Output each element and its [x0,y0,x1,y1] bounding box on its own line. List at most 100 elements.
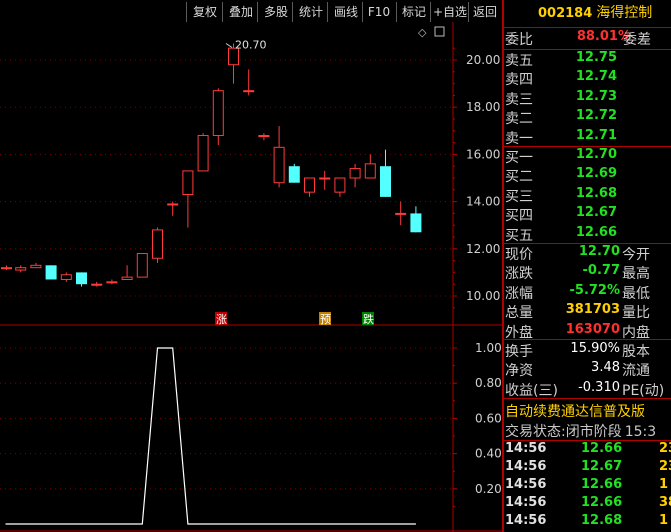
stock-name: 海得控制 [596,5,653,21]
candle-body [364,163,376,179]
candle-body [30,264,42,269]
tick-price: 12.66 [581,477,623,492]
sub-y-tick-label: 0.20 [475,482,502,496]
tick-row: 14:56 12.66 23 [505,441,671,459]
y-tick-label: 12.00 [466,242,500,256]
quote-label: 涨幅 [505,285,533,302]
candle-body [121,276,133,280]
candle-body [91,283,103,286]
y-tick-label: 16.00 [466,147,500,161]
quote-label2: 今开 [622,247,650,263]
sub-y-tick-label: 0.60 [475,411,502,425]
chart-toolbar: 复权 叠加 多股 统计 画线 F10 标记 +自选 返回 [0,0,500,22]
quote-value: 163070 [565,321,620,337]
diamond-icon[interactable]: ◇ [418,26,427,39]
candle-body [410,213,422,233]
bid-price: 12.67 [575,205,617,221]
y-tick-label: 10.00 [466,289,500,303]
panel-divider [502,0,504,532]
divider [503,27,671,28]
bid-row: 买二 12.69 [505,166,617,185]
tick-row: 14:56 12.67 23 [505,459,671,477]
toolbar-button-1[interactable]: 叠加 [222,2,259,22]
candle-body [182,170,194,196]
toolbar-button-8[interactable]: 返回 [468,2,501,22]
quote-value: -0.77 [582,263,620,279]
toolbar-button-7[interactable]: +自选 [430,2,469,22]
sub-y-tick-label: 1.00 [475,341,502,355]
tick-volume: 38 [659,495,671,510]
quote-label2: 内盘 [622,324,650,341]
ask-label: 卖三 [505,91,533,108]
stat-value: -0.310 [578,379,620,395]
indicator-line [5,347,416,525]
stat-label: 换手 [505,344,533,360]
candle-body [15,267,27,271]
bid-label: 买一 [505,150,533,166]
status-value: 闭市阶段 [565,424,622,440]
stock-code: 002184 [538,6,593,21]
bid-price: 12.66 [575,224,617,240]
candle-body [243,90,255,93]
tick-volume: 23 [659,441,671,456]
ask-label: 卖四 [505,72,533,89]
tick-row: 14:56 12.66 1 [505,477,671,495]
quote-label: 外盘 [505,324,533,341]
toolbar-button-3[interactable]: 统计 [292,2,329,22]
ask-row: 卖一 12.71 [505,128,617,147]
toolbar-button-5[interactable]: F10 [362,2,395,22]
toolbar-button-2[interactable]: 多股 [257,2,294,22]
candle-body [380,166,391,197]
tick-price: 12.66 [581,495,623,510]
candle-body [319,177,331,180]
stat-value: 15.90% [570,341,620,356]
quote-label2: 量比 [622,305,650,322]
stat-row: 收益(三) -0.310 PE(动) [505,380,671,399]
candle-body [45,265,57,280]
bid-label: 买五 [505,227,533,244]
signal-marker: 涨 [216,313,227,326]
ask-price: 12.72 [575,108,617,124]
stat-value: 3.48 [591,360,620,376]
candle-body [60,274,72,280]
ask-price: 12.73 [575,88,617,104]
sub-y-tick-label: 0.40 [475,447,502,461]
quote-label2: 最低 [622,285,650,302]
stat-label2: 流通 [622,363,650,380]
signal-marker: 跌 [363,312,374,326]
bid-label: 买四 [505,208,533,225]
ask-price: 12.71 [575,127,617,143]
quote-label: 涨跌 [505,266,533,283]
toolbar-button-4[interactable]: 画线 [327,2,364,22]
quote-row: 涨跌 -0.77 最高 [505,263,671,282]
promo-text[interactable]: 自动续费通达信普及版 [505,401,645,420]
quote-row: 外盘 163070 内盘 [505,322,671,341]
peak-pointer [225,43,233,48]
toolbar-button-6[interactable]: 标记 [396,2,431,22]
bid-row: 买一 12.70 [505,147,617,166]
signal-marker: 预 [320,313,331,326]
candle-body [1,267,12,270]
toolbar-button-0[interactable]: 复权 [186,2,223,22]
tick-price: 12.67 [581,459,623,474]
status-label: 交易状态: [505,424,566,440]
stat-label2: 股本 [622,344,650,360]
candle-body [349,168,361,179]
kline-chart[interactable]: 20.00 18.00 16.00 14.00 12.00 10.00 20.70 ◇ 涨 预 跌 1… [0,22,503,532]
quote-value: 12.70 [578,244,620,259]
tick-time: 14:56 [505,513,547,528]
bid-price: 12.68 [575,185,617,201]
tick-row: 14:56 12.68 1 [505,513,671,531]
ask-label: 卖二 [505,111,533,128]
tick-time: 14:56 [505,495,547,510]
ask-row: 卖二 12.72 [505,108,617,127]
window-icon[interactable] [434,26,445,37]
bid-label: 买三 [505,188,533,205]
candle-body [288,166,300,183]
y-tick-label: 14.00 [466,195,500,209]
quote-value: 381703 [565,302,620,318]
candle-body [167,203,179,206]
weici-label: 委差 [623,32,651,48]
status-time: 15:3 [624,424,657,440]
stat-row: 净资 3.48 流通 [505,360,671,379]
